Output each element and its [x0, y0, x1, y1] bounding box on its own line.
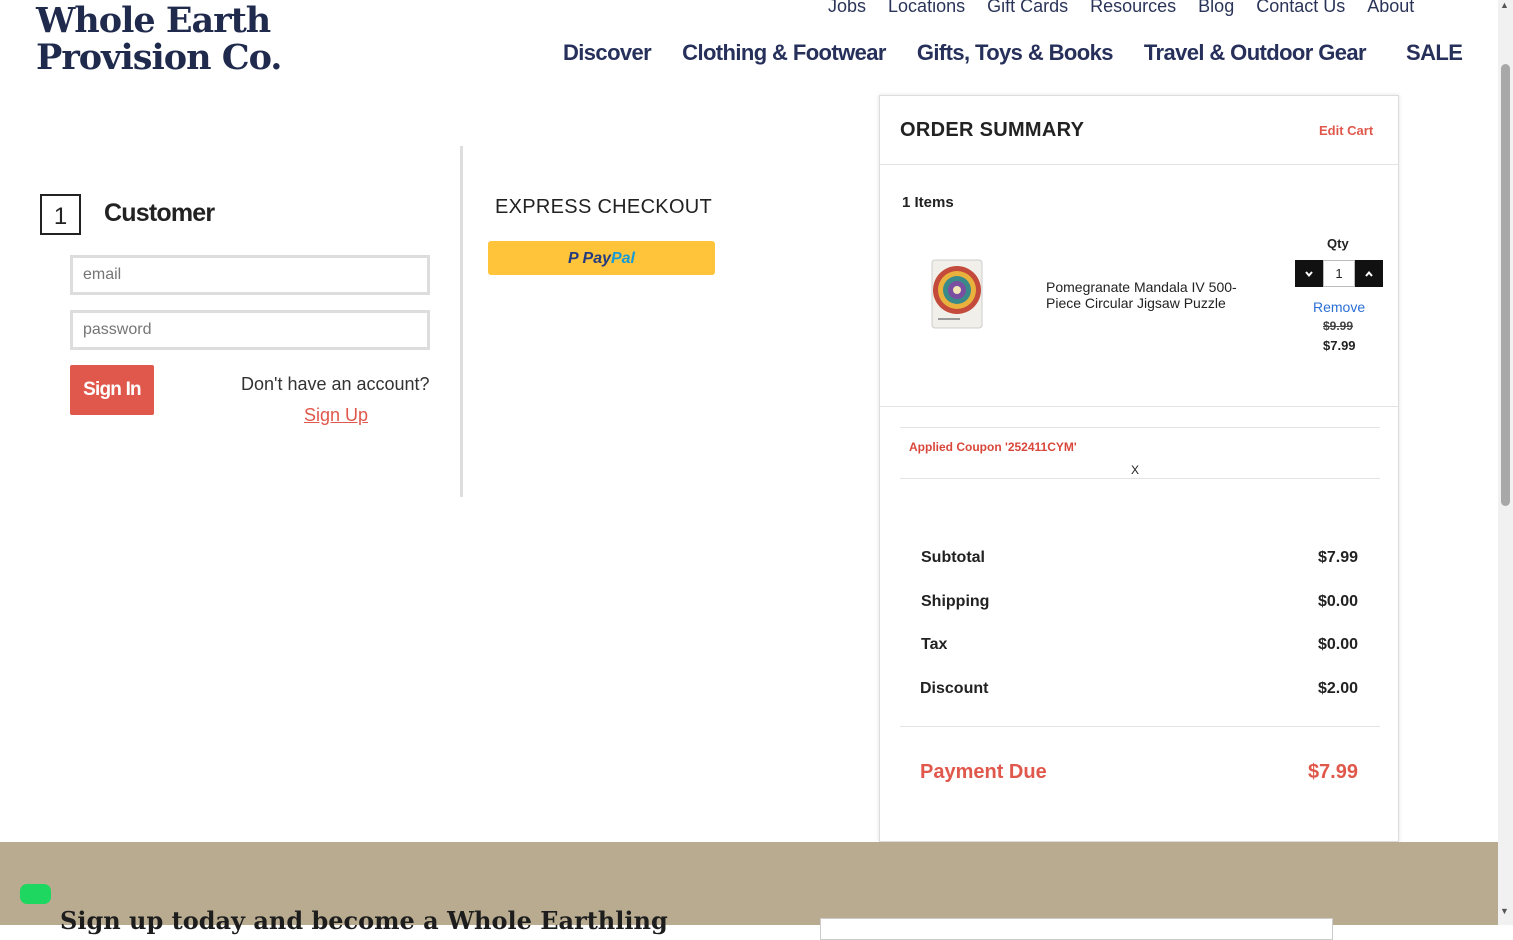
- subtotal-label: Subtotal: [921, 549, 985, 566]
- paypal-p-icon: P: [567, 250, 579, 267]
- qty-label: Qty: [1327, 236, 1349, 251]
- remove-coupon-button[interactable]: X: [1131, 463, 1139, 477]
- qty-decrease-button[interactable]: [1295, 260, 1323, 287]
- scrollbar-thumb[interactable]: [1501, 64, 1510, 506]
- discount-value: $2.00: [1317, 680, 1358, 697]
- payment-due-label: Payment Due: [920, 761, 1047, 783]
- shipping-value: $0.00: [1317, 593, 1358, 610]
- remove-item-link[interactable]: Remove: [1313, 299, 1365, 315]
- scroll-up-icon[interactable]: ▲: [1500, 0, 1509, 10]
- subtotal-value: $7.99: [1317, 549, 1358, 566]
- footer-signup-heading: Sign up today and become a Whole Earthli…: [60, 906, 668, 935]
- paypal-button[interactable]: P PayPal: [488, 241, 715, 275]
- items-count: 1 Items: [902, 194, 954, 211]
- top-link-about[interactable]: About: [1367, 0, 1414, 17]
- nav-clothing-footwear[interactable]: Clothing & Footwear: [682, 40, 886, 66]
- summary-divider: [880, 164, 1398, 165]
- sign-up-link[interactable]: Sign Up: [304, 405, 368, 426]
- coupon-bottom-divider: [900, 478, 1380, 479]
- product-name[interactable]: Pomegranate Mandala IV 500-Piece Circula…: [1046, 279, 1251, 311]
- top-link-contact-us[interactable]: Contact Us: [1256, 0, 1345, 17]
- top-link-gift-cards[interactable]: Gift Cards: [987, 0, 1068, 17]
- item-price: $7.99: [1323, 338, 1356, 353]
- product-thumbnail[interactable]: [930, 258, 984, 330]
- top-link-locations[interactable]: Locations: [888, 0, 965, 17]
- brand-logo[interactable]: Whole Earth Provision Co.: [36, 0, 282, 78]
- top-link-jobs[interactable]: Jobs: [828, 0, 866, 17]
- paypal-word-2: Pal: [610, 250, 635, 267]
- order-summary-title: ORDER SUMMARY: [900, 119, 1085, 141]
- quantity-stepper: 1: [1295, 260, 1383, 287]
- brand-line-2: Provision Co.: [36, 37, 282, 78]
- paypal-word-1: Pay: [582, 250, 611, 267]
- shipping-label: Shipping: [921, 593, 990, 610]
- express-checkout-heading: EXPRESS CHECKOUT: [495, 196, 713, 218]
- tax-value: $0.00: [1317, 636, 1358, 653]
- nav-gifts-toys-books[interactable]: Gifts, Toys & Books: [917, 40, 1114, 66]
- coupon-top-divider: [900, 427, 1380, 428]
- original-price: $9.99: [1323, 319, 1354, 333]
- qty-increase-button[interactable]: [1355, 260, 1383, 287]
- payment-due-value: $7.99: [1307, 761, 1358, 783]
- sign-in-button[interactable]: Sign In: [70, 365, 154, 415]
- step-number: 1: [40, 194, 81, 235]
- footer-email-input[interactable]: [820, 918, 1333, 940]
- no-account-text: Don't have an account?: [241, 374, 430, 394]
- customer-heading: Customer: [104, 199, 215, 227]
- nav-discover[interactable]: Discover: [563, 40, 652, 66]
- total-divider: [900, 726, 1380, 727]
- items-divider: [880, 406, 1398, 407]
- scroll-down-icon[interactable]: ▼: [1500, 906, 1509, 916]
- chevron-down-icon: [1305, 270, 1313, 277]
- nav-travel-outdoor-gear[interactable]: Travel & Outdoor Gear: [1144, 40, 1367, 66]
- email-input[interactable]: [70, 255, 430, 295]
- main-nav: Discover Clothing & Footwear Gifts, Toys…: [563, 40, 1493, 66]
- top-links: Jobs Locations Gift Cards Resources Blog…: [828, 0, 1436, 17]
- column-divider: [460, 146, 463, 497]
- chevron-up-icon: [1365, 270, 1373, 277]
- discount-label: Discount: [920, 680, 989, 697]
- nav-sale[interactable]: SALE: [1406, 40, 1463, 66]
- brand-line-1: Whole Earth: [36, 0, 271, 41]
- chat-widget-button[interactable]: [20, 884, 51, 904]
- top-link-resources[interactable]: Resources: [1090, 0, 1176, 17]
- edit-cart-link[interactable]: Edit Cart: [1319, 123, 1373, 138]
- tax-label: Tax: [921, 636, 948, 653]
- applied-coupon: Applied Coupon '252411CYM': [909, 440, 1077, 454]
- password-input[interactable]: [70, 310, 430, 350]
- top-link-blog[interactable]: Blog: [1198, 0, 1234, 17]
- qty-value[interactable]: 1: [1323, 260, 1355, 287]
